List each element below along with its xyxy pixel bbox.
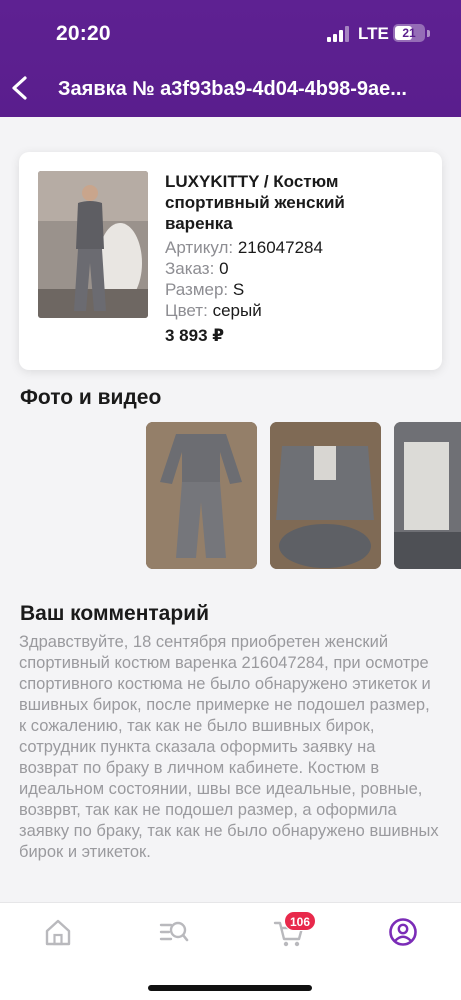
photo-thumbnail[interactable] bbox=[270, 422, 381, 569]
order-label: Заказ: bbox=[165, 259, 215, 278]
article-value: 216047284 bbox=[237, 238, 323, 257]
size-value: S bbox=[232, 280, 245, 299]
media-section-title: Фото и видео bbox=[20, 386, 162, 409]
photo-thumbnail[interactable] bbox=[394, 422, 461, 569]
home-icon bbox=[45, 919, 71, 946]
battery-cap bbox=[427, 30, 430, 37]
cart-badge: 106 bbox=[284, 911, 317, 931]
catalog-search-icon bbox=[159, 921, 189, 942]
product-order: Заказ: 0 bbox=[165, 258, 229, 279]
size-label: Размер: bbox=[165, 280, 229, 299]
comment-section-title: Ваш комментарий bbox=[20, 602, 210, 625]
tab-catalog[interactable] bbox=[158, 917, 190, 947]
home-indicator bbox=[148, 985, 312, 991]
signal-icon bbox=[327, 26, 349, 42]
network-label: LTE bbox=[358, 24, 389, 43]
order-value: 0 bbox=[219, 259, 229, 278]
status-time: 20:20 bbox=[56, 22, 111, 45]
status-bar: 20:20 LTE 21 bbox=[0, 0, 461, 60]
product-price: 3 893 ₽ bbox=[165, 326, 225, 345]
color-value: серый bbox=[212, 301, 262, 320]
product-image[interactable] bbox=[38, 171, 148, 318]
tab-profile[interactable] bbox=[388, 917, 418, 947]
comment-text: Здравствуйте, 18 сентября приобретен жен… bbox=[19, 633, 439, 861]
product-article: Артикул: 216047284 bbox=[165, 237, 323, 258]
back-button[interactable] bbox=[6, 72, 34, 104]
app-header: 20:20 LTE 21 Заявка № a3f93ba9-4d04-4b98… bbox=[0, 0, 461, 117]
product-card[interactable]: LUXYKITTY / Костюм спортивный женский ва… bbox=[19, 152, 442, 370]
chevron-left-icon bbox=[12, 76, 27, 100]
product-title: LUXYKITTY / Костюм спортивный женский ва… bbox=[165, 172, 345, 233]
tab-home[interactable] bbox=[43, 917, 73, 947]
product-size: Размер: S bbox=[165, 279, 244, 300]
profile-icon bbox=[389, 918, 417, 946]
battery-level: 21 bbox=[402, 26, 416, 40]
battery-icon: 21 bbox=[393, 24, 425, 42]
color-label: Цвет: bbox=[165, 301, 208, 320]
article-label: Артикул: bbox=[165, 238, 234, 257]
product-color: Цвет: серый bbox=[165, 300, 262, 321]
page-title: Заявка № a3f93ba9-4d04-4b98-9ae... bbox=[58, 78, 407, 100]
photo-thumbnail[interactable] bbox=[146, 422, 257, 569]
